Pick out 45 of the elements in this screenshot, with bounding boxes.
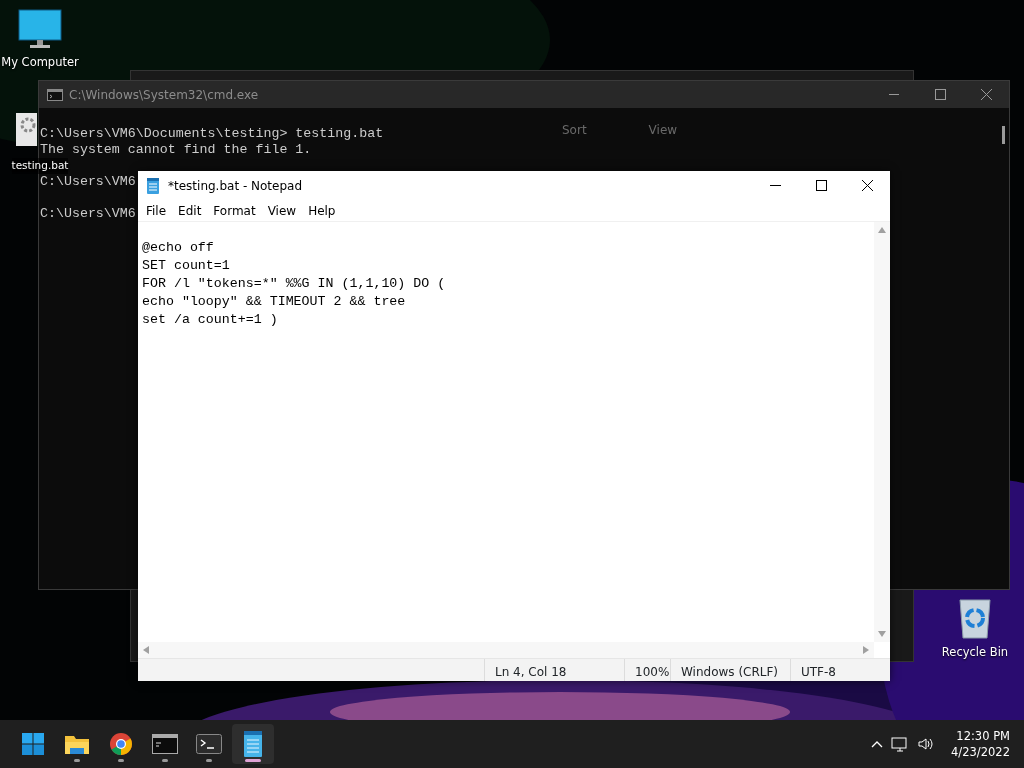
toolbar-button[interactable]: Sort bbox=[562, 121, 587, 139]
status-field: Ln 4, Col 18 bbox=[484, 659, 624, 681]
folder-icon bbox=[64, 733, 90, 755]
scrollbar-thumb[interactable] bbox=[1002, 126, 1005, 144]
menu-item[interactable]: Help bbox=[302, 201, 342, 220]
console-line: C:\Users\VM6 bbox=[40, 206, 136, 222]
code-line: set /a count+=1 ) bbox=[142, 311, 278, 329]
icon-label[interactable]: My Computer bbox=[1, 54, 79, 72]
code-line: @echo off bbox=[142, 239, 214, 257]
console-line: The system cannot find the file 1. bbox=[40, 142, 312, 158]
console-line: C:\Users\VM6 bbox=[40, 174, 136, 190]
minimize-icon[interactable] bbox=[769, 184, 781, 187]
maximize-icon[interactable] bbox=[815, 180, 827, 191]
clock[interactable]: 12:30 PM 4/23/2022 bbox=[943, 728, 1010, 760]
toolbar-button[interactable]: View bbox=[648, 121, 678, 139]
code-line: SET count=1 bbox=[142, 257, 230, 275]
window-title: *testing.bat - Notepad bbox=[168, 177, 303, 195]
status-field: 100% bbox=[624, 659, 670, 681]
speaker-icon[interactable] bbox=[917, 736, 936, 752]
console-line: C:\Users\VM6\Documents\testing> testing.bat bbox=[40, 126, 384, 142]
menu-item[interactable]: Format bbox=[207, 201, 262, 220]
menu-item[interactable]: View bbox=[261, 201, 303, 220]
terminal-icon bbox=[196, 734, 222, 754]
notepad-icon bbox=[146, 177, 160, 194]
status-field: Windows (CRLF) bbox=[670, 659, 790, 681]
recycle-bin-icon bbox=[957, 596, 993, 640]
network-icon[interactable] bbox=[891, 736, 910, 752]
chevron-up-icon[interactable] bbox=[871, 740, 884, 748]
close-icon[interactable] bbox=[861, 180, 873, 191]
menu-item[interactable]: File bbox=[140, 201, 173, 220]
console-icon bbox=[47, 88, 63, 101]
menu-item[interactable]: Edit bbox=[172, 201, 208, 220]
code-line: FOR /l "tokens=*" %%G IN (1,1,10) DO ( bbox=[142, 275, 446, 293]
monitor-icon bbox=[18, 8, 62, 50]
settings-file-icon bbox=[15, 112, 37, 146]
browser-icon bbox=[109, 732, 133, 756]
window-title: C:\Windows\System32\cmd.exe bbox=[69, 86, 259, 104]
status-field: UTF-8 bbox=[790, 659, 890, 681]
taskbar-button[interactable] bbox=[232, 724, 274, 764]
windows-logo-icon bbox=[21, 732, 45, 756]
code-line: echo "loopy" && TIMEOUT 2 && tree bbox=[142, 293, 406, 311]
text-editor[interactable]: @echo off SET count=1 FOR /l "tokens=*" %%G IN (1,1,10) DO ( echo "loopy" && TIMEOUT 2 && tree set /a count+=1 ) bbox=[138, 222, 874, 642]
console-icon bbox=[152, 734, 178, 754]
icon-label[interactable]: Recycle Bin bbox=[941, 644, 1009, 662]
notepad-icon bbox=[243, 731, 263, 757]
